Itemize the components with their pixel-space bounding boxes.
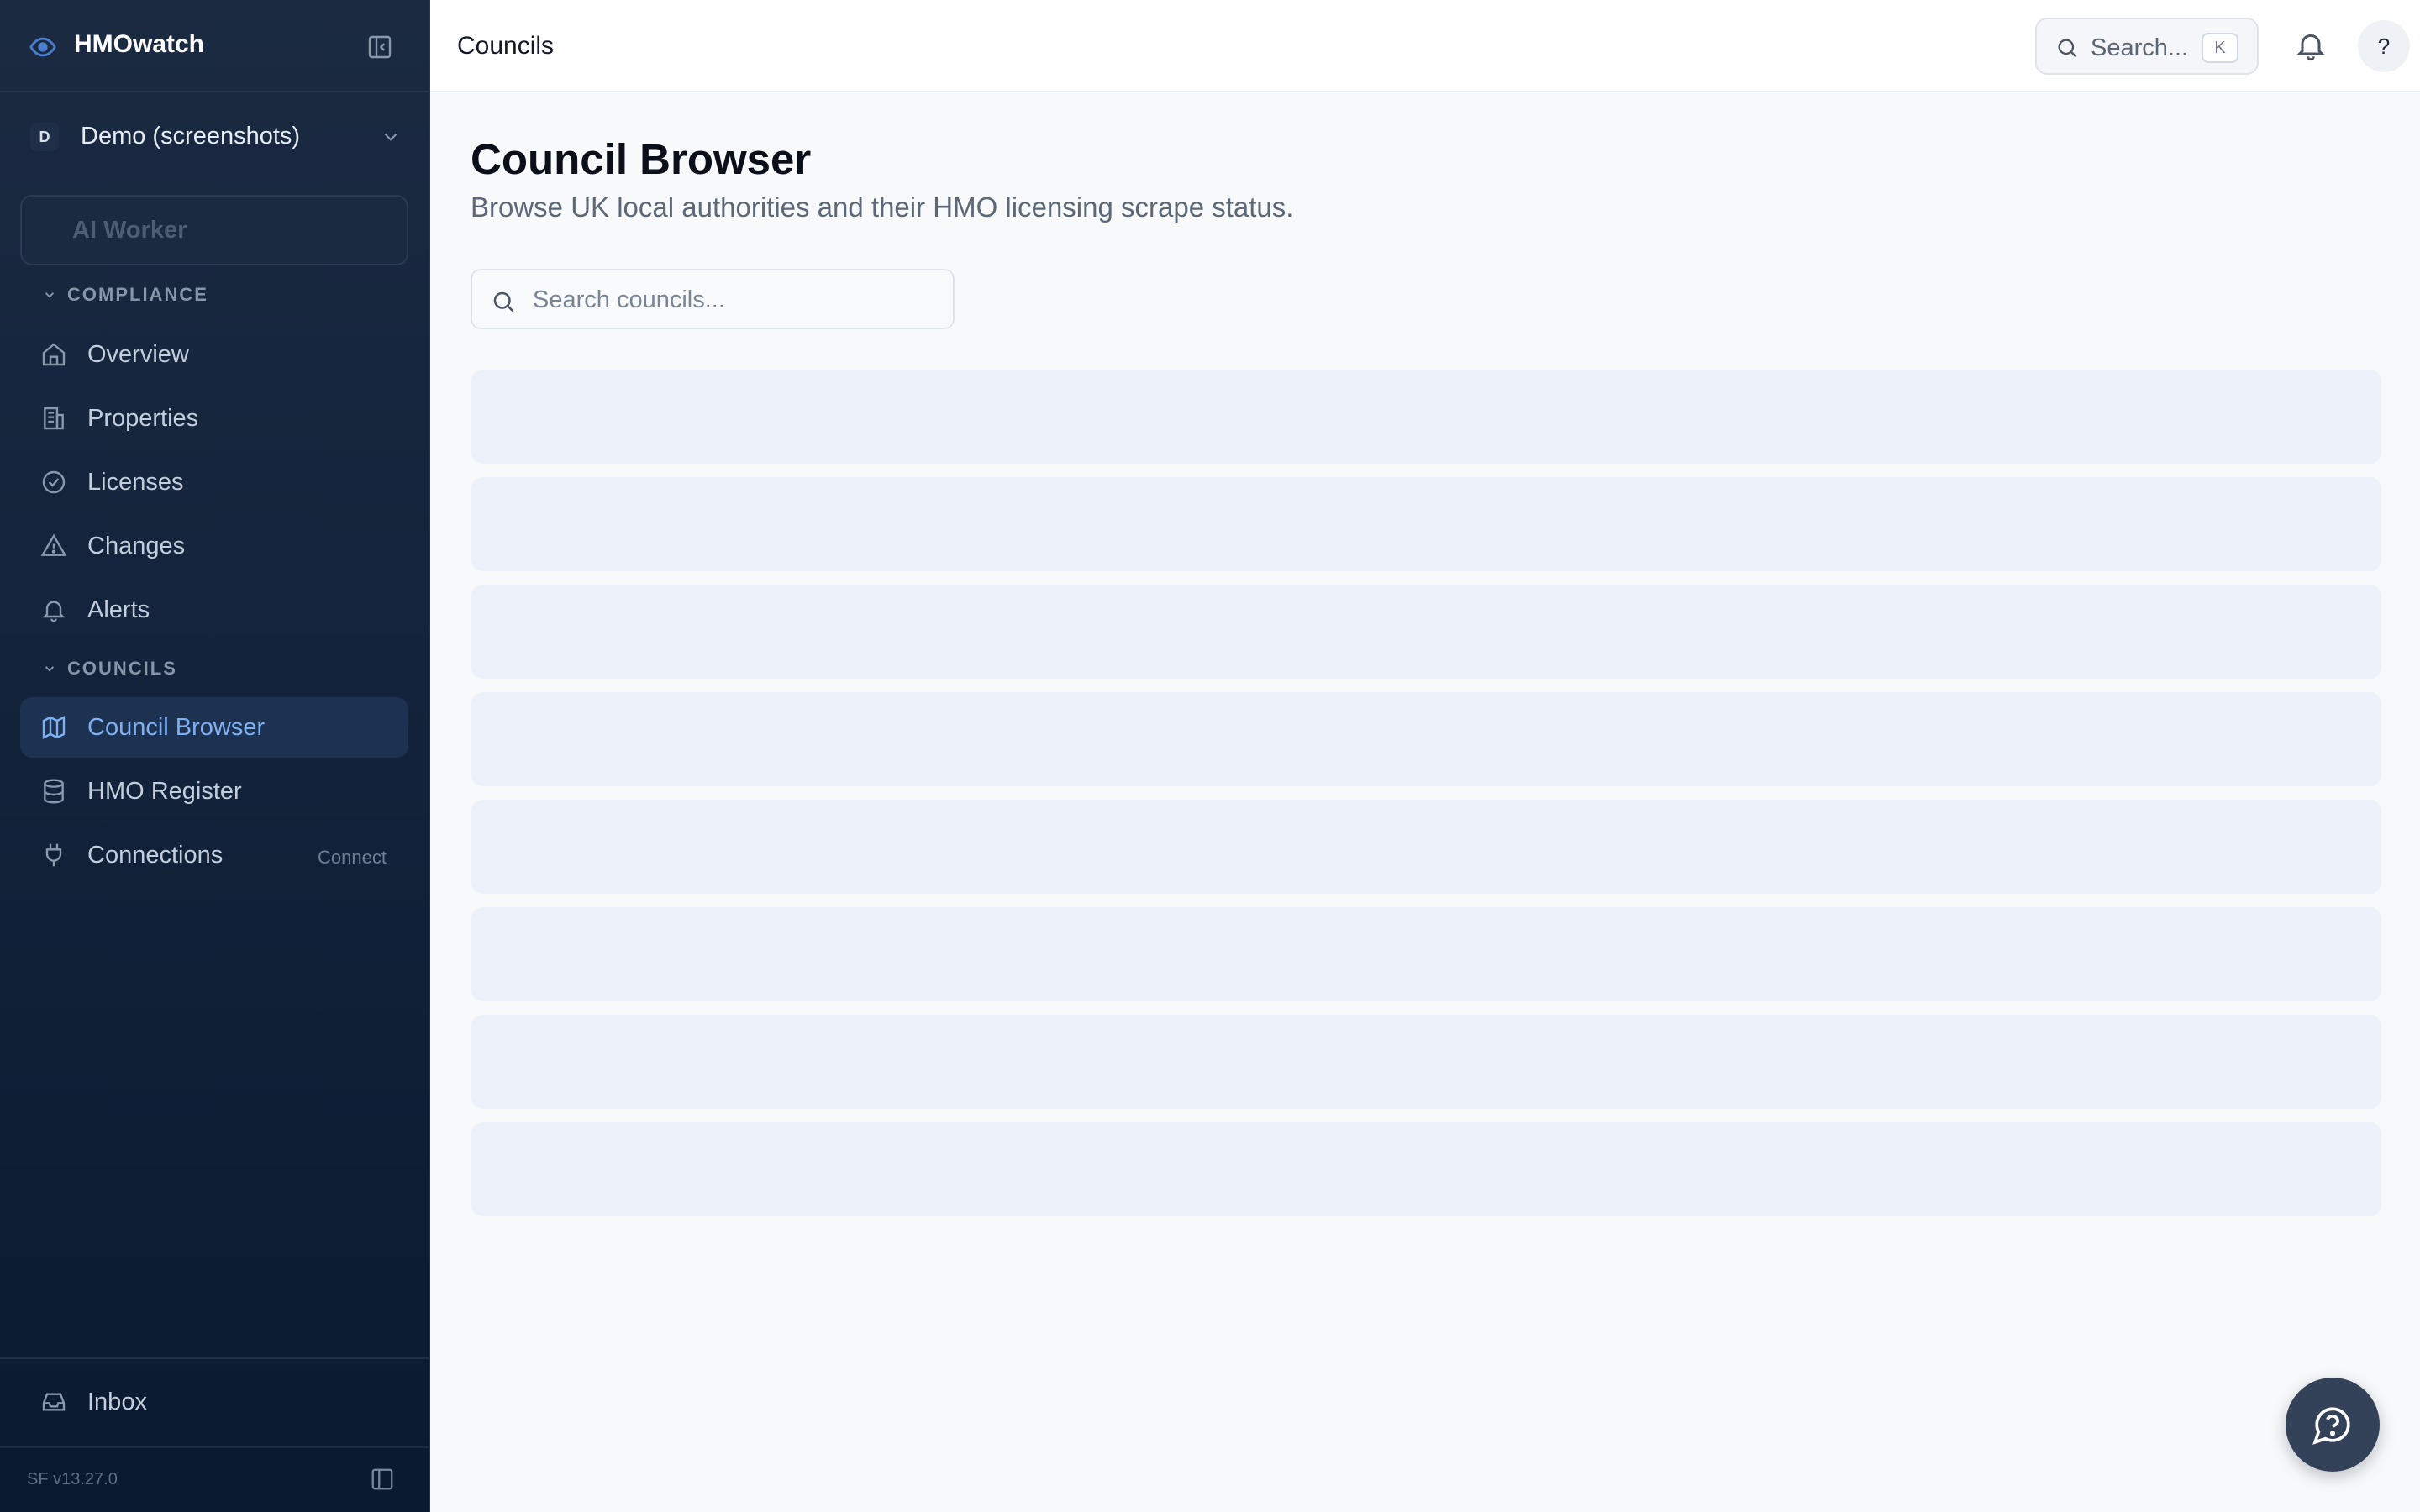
- sidebar-divider: [0, 1446, 429, 1448]
- shortcut-key-badge: K: [2202, 33, 2238, 63]
- skeleton-row: [471, 1015, 2381, 1109]
- warning-triangle-icon: [40, 533, 67, 556]
- plug-icon: [45, 843, 62, 867]
- chevron-down-icon: [45, 666, 55, 672]
- version-label: SF v13.27.0: [27, 1470, 118, 1488]
- check-circle-icon: [42, 470, 66, 494]
- sidebar-item-label: Alerts: [87, 596, 150, 623]
- search-icon: [493, 291, 514, 312]
- connect-tag[interactable]: Connect: [318, 847, 387, 869]
- home-icon: [42, 343, 66, 366]
- sidebar-item-label: HMO Register: [87, 778, 242, 805]
- search-icon: [2058, 39, 2077, 58]
- council-search-box: [471, 269, 955, 329]
- sidebar: HMOwatch D Demo (screenshots) AI Worker …: [0, 0, 430, 1512]
- section-label: COUNCILS: [67, 658, 177, 679]
- sidebar-divider: [0, 1357, 429, 1359]
- ai-worker-button[interactable]: AI Worker: [20, 195, 408, 265]
- notifications-bell-icon[interactable]: [2294, 29, 2328, 62]
- sidebar-item-label: Connections: [87, 842, 224, 869]
- workspace-switcher[interactable]: D Demo (screenshots): [20, 109, 410, 165]
- sidebar-item-connections[interactable]: Connections Connect: [20, 825, 408, 885]
- page-subtitle: Browse UK local authorities and their HM…: [471, 192, 1294, 223]
- skeleton-row: [471, 800, 2381, 894]
- workspace-name: Demo (screenshots): [81, 123, 301, 150]
- sidebar-item-properties[interactable]: Properties: [20, 388, 408, 449]
- skeleton-row: [471, 1122, 2381, 1216]
- workspace-avatar: D: [30, 123, 59, 151]
- map-icon: [42, 716, 66, 739]
- global-search-button[interactable]: Search... K: [2035, 18, 2259, 75]
- sidebar-item-alerts[interactable]: Alerts: [20, 580, 408, 640]
- sidebar-item-overview[interactable]: Overview: [20, 324, 408, 385]
- skeleton-row: [471, 585, 2381, 679]
- help-button[interactable]: ?: [2358, 20, 2410, 72]
- sidebar-item-label: Inbox: [87, 1389, 147, 1415]
- sidebar-item-label: Council Browser: [87, 714, 266, 741]
- sidebar-item-label: Changes: [87, 533, 186, 559]
- chevron-down-icon: [45, 292, 55, 298]
- skeleton-row: [471, 692, 2381, 786]
- skeleton-row: [471, 477, 2381, 571]
- brand-header: HMOwatch: [0, 0, 429, 92]
- skeleton-row: [471, 907, 2381, 1001]
- panel-toggle-icon[interactable]: [370, 1467, 395, 1492]
- chevron-down-icon: [384, 133, 397, 141]
- database-icon: [44, 779, 64, 804]
- collapse-sidebar-icon[interactable]: [366, 34, 393, 60]
- global-search-label: Search...: [2091, 34, 2189, 61]
- ai-worker-label: AI Worker: [72, 217, 187, 244]
- loading-skeleton-list: [471, 370, 2381, 1230]
- app-root: HMOwatch D Demo (screenshots) AI Worker …: [0, 0, 2420, 1512]
- sidebar-item-label: Licenses: [87, 469, 184, 496]
- bell-icon: [42, 601, 66, 622]
- building-icon: [44, 407, 64, 430]
- page-title: Council Browser: [471, 135, 812, 183]
- section-label: COMPLIANCE: [67, 284, 208, 305]
- chat-support-button[interactable]: [2286, 1378, 2380, 1472]
- breadcrumb: Councils: [457, 32, 555, 60]
- skeleton-row: [471, 370, 2381, 464]
- sidebar-item-licenses[interactable]: Licenses: [20, 452, 408, 512]
- sidebar-item-council-browser[interactable]: Council Browser: [20, 697, 408, 758]
- sidebar-item-label: Overview: [87, 341, 189, 368]
- sidebar-item-label: Properties: [87, 405, 199, 432]
- inbox-icon: [42, 1393, 66, 1411]
- brand-name: HMOwatch: [74, 30, 205, 58]
- eye-logo-icon: [29, 37, 56, 57]
- chat-help-icon: [2312, 1407, 2350, 1445]
- sidebar-item-inbox[interactable]: Inbox: [20, 1372, 408, 1432]
- sidebar-item-changes[interactable]: Changes: [20, 516, 408, 576]
- sidebar-item-hmo-register[interactable]: HMO Register: [20, 761, 408, 822]
- council-search-input[interactable]: [533, 281, 936, 319]
- top-bar: Councils Search... K ?: [430, 0, 2420, 92]
